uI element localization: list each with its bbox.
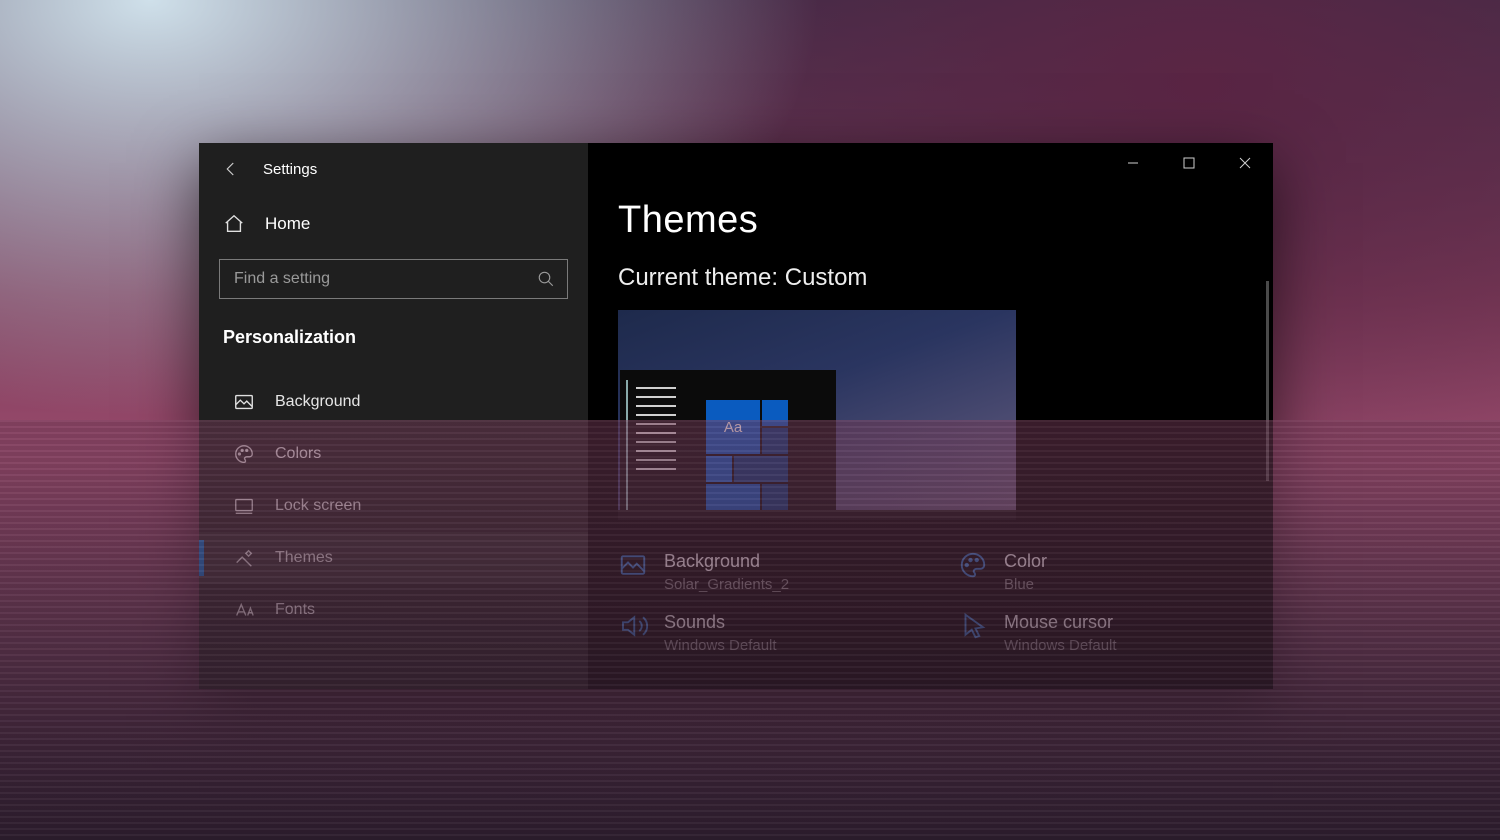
preview-tile-big: Aa [706,400,760,454]
option-label: Background [664,550,789,572]
preview-tile [762,400,788,426]
theme-preview: Aa [618,310,1016,520]
home-label: Home [265,214,310,234]
nav-item-fonts[interactable]: Fonts [199,584,588,636]
fonts-icon [233,599,255,621]
search-input-container[interactable] [219,259,568,299]
preview-tile [706,484,760,510]
nav-item-background[interactable]: Background [199,376,588,428]
scrollbar[interactable] [1266,281,1269,481]
theme-option-sounds[interactable]: Sounds Windows Default [618,611,918,654]
option-value: Windows Default [1004,637,1117,654]
close-button[interactable] [1217,143,1273,183]
theme-option-color[interactable]: Color Blue [958,550,1258,593]
preview-taskbar [618,510,1016,520]
cursor-icon [958,611,988,641]
nav-item-label: Themes [275,549,333,567]
nav-item-label: Background [275,393,360,411]
option-label: Color [1004,550,1047,572]
theme-option-background[interactable]: Background Solar_Gradients_2 [618,550,918,593]
preview-tile [706,456,732,482]
option-value: Solar_Gradients_2 [664,576,789,593]
preview-tile-text: Aa [724,419,742,436]
maximize-button[interactable] [1161,143,1217,183]
sidebar: Settings Home Personalization Background… [199,143,588,689]
theme-option-cursor[interactable]: Mouse cursor Windows Default [958,611,1258,654]
option-label: Sounds [664,611,777,633]
preview-start-menu: Aa [620,370,836,518]
window-controls [1105,143,1273,183]
theme-options: Background Solar_Gradients_2 Color Blue [618,550,1273,654]
back-button[interactable] [219,157,243,181]
option-label: Mouse cursor [1004,611,1117,633]
preview-menu-lines [626,380,680,510]
maximize-icon [1183,157,1195,169]
arrow-left-icon [222,160,240,178]
nav-item-themes[interactable]: Themes [199,532,588,584]
preview-tile [762,484,788,510]
nav-item-label: Fonts [275,601,315,619]
sound-icon [618,611,648,641]
minimize-icon [1127,157,1139,169]
home-button[interactable]: Home [199,199,588,249]
search-input[interactable] [220,270,567,288]
main-pane: Themes Current theme: Custom Aa [588,143,1273,689]
settings-window: Settings Home Personalization Background… [199,143,1273,689]
nav-item-label: Lock screen [275,497,361,515]
close-icon [1239,157,1251,169]
search-icon [537,270,555,293]
nav-item-colors[interactable]: Colors [199,428,588,480]
nav-item-lock-screen[interactable]: Lock screen [199,480,588,532]
picture-icon [233,391,255,413]
option-value: Windows Default [664,637,777,654]
themes-icon [233,547,255,569]
current-theme-label: Current theme: Custom [618,264,1273,292]
section-title: Personalization [199,305,588,358]
preview-tile [734,456,788,482]
option-value: Blue [1004,576,1047,593]
palette-icon [958,550,988,580]
minimize-button[interactable] [1105,143,1161,183]
home-icon [223,213,245,235]
preview-tile [762,428,788,454]
nav-list: Background Colors Lock screen Themes Fon… [199,376,588,636]
app-title: Settings [263,161,317,178]
nav-item-label: Colors [275,445,321,463]
picture-icon [618,550,648,580]
lock-screen-icon [233,495,255,517]
palette-icon [233,443,255,465]
page-title: Themes [618,199,1273,242]
titlebar-left: Settings [199,151,588,199]
